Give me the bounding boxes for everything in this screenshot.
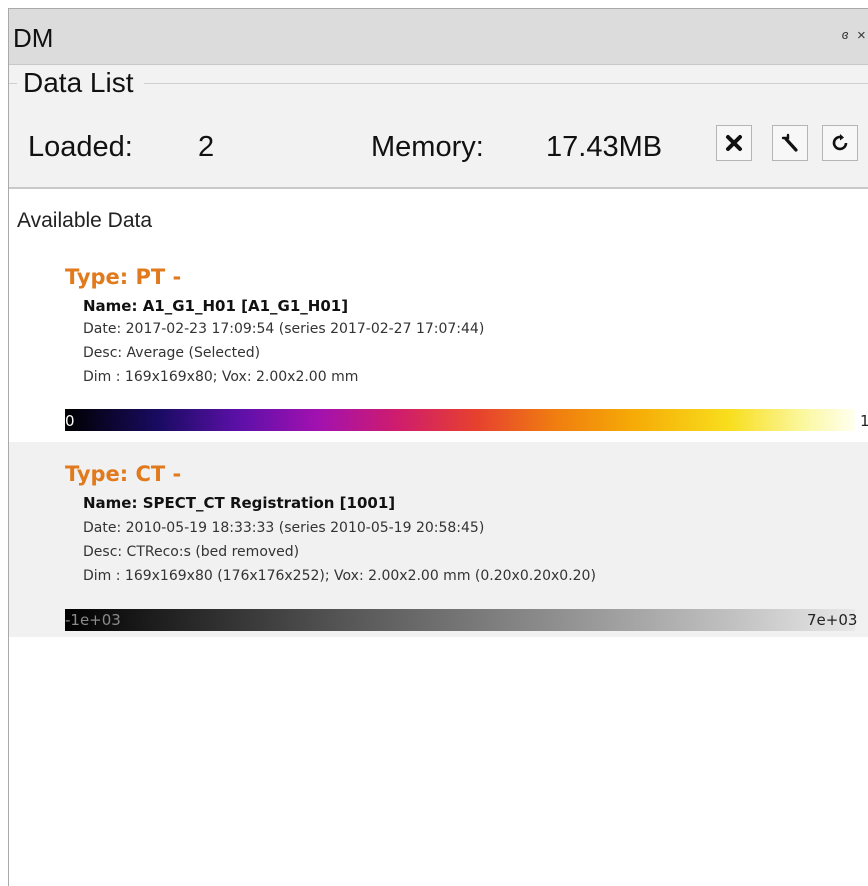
entry-desc: Desc: Average (Selected) [83, 345, 261, 361]
colorbar-min-label: 0 [65, 412, 75, 430]
colorbar-min-label: -1e+03 [65, 611, 121, 629]
data-entry[interactable]: Type: CT - Name: SPECT_CT Registration [… [9, 442, 868, 637]
loaded-label: Loaded: [28, 131, 133, 163]
data-list-title: Data List [17, 67, 144, 99]
available-data-title: Available Data [17, 209, 153, 232]
entry-desc: Desc: CTReco:s (bed removed) [83, 544, 300, 560]
remove-button[interactable] [716, 125, 752, 161]
entry-name: Name: A1_G1_H01 [A1_G1_H01] [83, 297, 349, 315]
colorbar-hot [65, 409, 855, 431]
entry-date: Date: 2010-05-19 18:33:33 (series 2010-0… [83, 520, 485, 536]
title-bar: DM ɞ × [9, 9, 868, 65]
settings-button[interactable] [772, 125, 808, 161]
x-icon [726, 135, 742, 151]
entry-dim: Dim : 169x169x80 (176x176x252); Vox: 2.0… [83, 568, 596, 584]
wrench-icon [781, 133, 798, 152]
memory-value: 17.43MB [546, 131, 663, 163]
window-title: DM [13, 23, 54, 53]
entry-name: Name: SPECT_CT Registration [1001] [83, 494, 396, 512]
entry-date: Date: 2017-02-23 17:09:54 (series 2017-0… [83, 321, 485, 337]
float-icon[interactable]: ɞ [837, 27, 853, 47]
data-list-panel: Data List Loaded: 2 Memory: 17.43MB [9, 65, 868, 189]
colorbar-max-label: 7e+03 [807, 611, 858, 629]
colorbar-gray [65, 609, 855, 631]
data-entry[interactable]: Type: PT - Name: A1_G1_H01 [A1_G1_H01] D… [9, 249, 868, 442]
close-icon[interactable]: × [857, 27, 868, 47]
loaded-value: 2 [198, 131, 215, 163]
entry-type: Type: CT - [65, 462, 182, 486]
refresh-icon [832, 134, 848, 151]
colorbar-max-label: 1 [860, 412, 868, 430]
memory-label: Memory: [371, 131, 484, 163]
entry-dim: Dim : 169x169x80; Vox: 2.00x2.00 mm [83, 369, 359, 385]
refresh-button[interactable] [822, 125, 858, 161]
entry-type: Type: PT - [65, 265, 182, 289]
dm-window: DM ɞ × Data List Loaded: 2 Memory: 17.43… [8, 8, 868, 886]
